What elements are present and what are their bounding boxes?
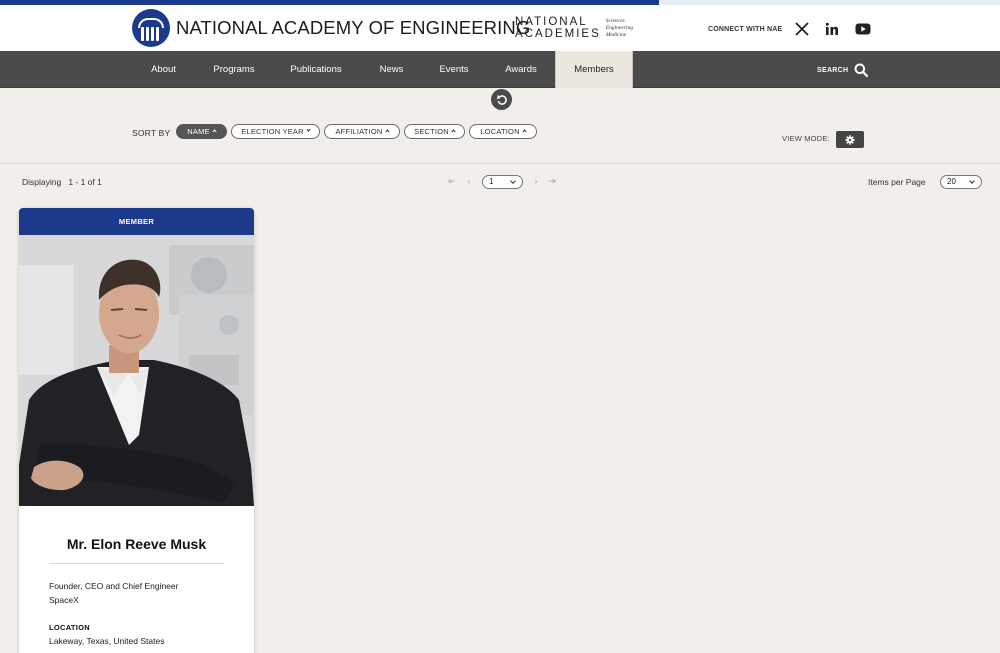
card-divider <box>49 563 224 564</box>
sort-election-year-label: ELECTION YEAR <box>241 127 304 136</box>
location-label: LOCATION <box>49 623 91 632</box>
sort-location-button[interactable]: LOCATION <box>469 124 537 139</box>
search-button[interactable]: SEARCH <box>817 63 869 77</box>
caret-icon <box>306 127 311 132</box>
member-organization: SpaceX <box>49 595 79 605</box>
nae-logo-icon <box>132 9 170 47</box>
member-badge: MEMBER <box>19 208 254 235</box>
caret-up-icon <box>212 129 217 134</box>
nav-publications[interactable]: Publications <box>280 51 352 88</box>
reset-filters-button[interactable] <box>491 89 512 110</box>
gear-icon <box>845 134 855 145</box>
member-name[interactable]: Mr. Elon Reeve Musk <box>49 536 224 552</box>
nav-programs[interactable]: Programs <box>203 51 265 88</box>
displaying-text: Displaying 1 - 1 of 1 <box>22 177 102 187</box>
displaying-range: 1 - 1 of 1 <box>68 177 102 187</box>
member-card[interactable]: MEMBER Mr. Elon Reeve Musk Founder, CEO … <box>19 208 254 653</box>
search-icon <box>854 63 869 77</box>
sort-section-button[interactable]: SECTION <box>404 124 465 139</box>
logo-text: NATIONAL ACADEMY OF ENGINEERING <box>176 17 531 38</box>
search-label: SEARCH <box>817 66 849 74</box>
caret-up-icon <box>522 129 527 134</box>
member-photo <box>19 235 254 506</box>
chevron-down-icon <box>969 178 975 184</box>
items-per-page-label: Items per Page <box>868 177 926 187</box>
sort-affiliation-button[interactable]: AFFILIATION <box>324 124 400 139</box>
linkedin-icon[interactable] <box>824 21 840 37</box>
partner-line1: NATIONAL <box>515 16 588 28</box>
x-icon[interactable] <box>794 21 810 37</box>
sort-by-label: SORT BY <box>132 128 171 138</box>
caret-up-icon <box>384 129 390 134</box>
displaying-label: Displaying <box>22 177 62 187</box>
sort-affiliation-label: AFFILIATION <box>335 127 383 136</box>
national-academies-logo[interactable]: NATIONAL ACADEMIES Sciences Engineering … <box>515 16 633 40</box>
sort-bar: SORT BY NAME ELECTION YEAR AFFILIATION S… <box>0 112 1000 164</box>
partner-sub2: Engineering <box>605 24 633 31</box>
member-location: Lakeway, Texas, United States <box>49 636 165 646</box>
caret-up-icon <box>451 129 456 134</box>
sort-election-year-button[interactable]: ELECTION YEAR <box>231 124 320 139</box>
connect-label: CONNECT WITH NAE <box>708 26 783 33</box>
member-title: Founder, CEO and Chief Engineer <box>49 581 179 591</box>
partner-sub3: Medicine <box>605 31 627 38</box>
items-per-page-value: 20 <box>947 177 956 186</box>
first-page-icon[interactable]: ⇤ <box>447 176 457 186</box>
nae-logo[interactable]: NATIONAL ACADEMY OF ENGINEERING <box>132 9 531 47</box>
view-mode-label: VIEW MODE: <box>782 134 830 143</box>
partner-sub1: Sciences <box>605 17 625 24</box>
site-header: NATIONAL ACADEMY OF ENGINEERING NATIONAL… <box>0 5 1000 51</box>
items-per-page-select[interactable]: 20 <box>940 175 982 189</box>
page-select-value: 1 <box>489 177 494 186</box>
view-mode-button[interactable] <box>836 131 864 148</box>
nav-events[interactable]: Events <box>430 51 478 88</box>
sort-section-label: SECTION <box>414 127 449 136</box>
nav-awards[interactable]: Awards <box>494 51 548 88</box>
prev-page-icon[interactable]: ‹ <box>464 176 474 186</box>
main-nav: About Programs Publications News Events … <box>0 51 1000 88</box>
nav-members[interactable]: Members <box>555 51 633 88</box>
refresh-icon <box>496 94 507 105</box>
nav-about[interactable]: About <box>137 51 190 88</box>
chevron-down-icon <box>510 178 516 184</box>
youtube-icon[interactable] <box>855 21 871 37</box>
next-page-icon[interactable]: › <box>531 176 541 186</box>
nav-news[interactable]: News <box>369 51 414 88</box>
sort-name-button[interactable]: NAME <box>176 124 227 139</box>
sort-name-label: NAME <box>187 127 210 136</box>
pagination-row: Displaying 1 - 1 of 1 ⇤ ‹ 1 › ⇥ Items pe… <box>0 172 1000 192</box>
page-select[interactable]: 1 <box>482 175 523 189</box>
partner-line2: ACADEMIES <box>515 28 601 40</box>
last-page-icon[interactable]: ⇥ <box>547 176 557 186</box>
sort-location-label: LOCATION <box>480 127 520 136</box>
